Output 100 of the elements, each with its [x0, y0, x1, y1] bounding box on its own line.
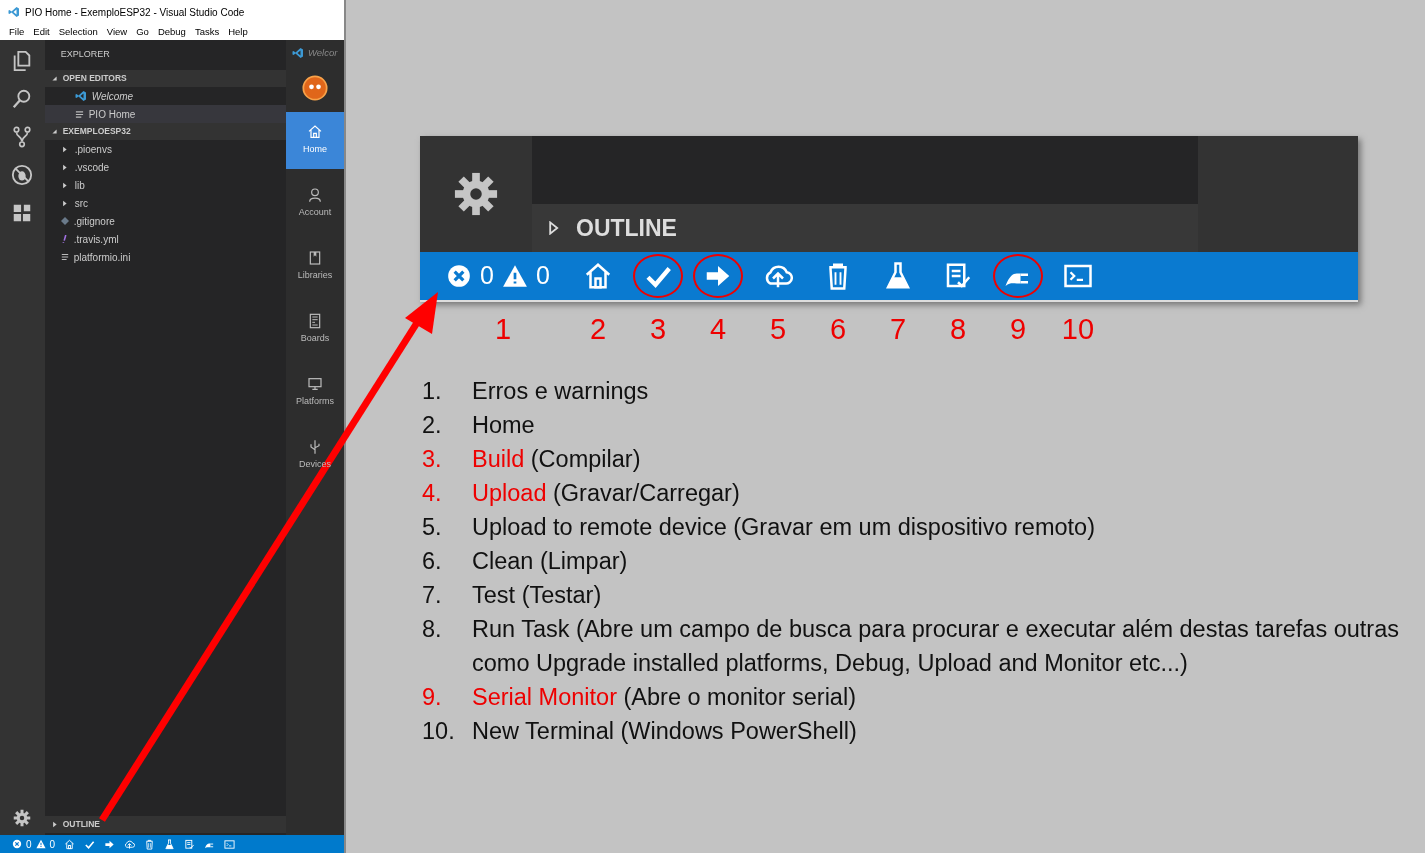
list-number: 1.	[422, 377, 443, 406]
list-number: 3.	[422, 445, 443, 474]
menu-item[interactable]: Debug	[157, 24, 186, 40]
error-icon[interactable]	[12, 839, 22, 849]
list-number: 9.	[422, 683, 443, 712]
file-tree-item[interactable]: platformio.ini	[44, 248, 286, 266]
nav-tab[interactable]: Platforms	[286, 364, 344, 421]
list-number: 4.	[422, 479, 443, 508]
error-count: 0	[26, 837, 32, 852]
vscode-logo-icon	[8, 6, 20, 18]
list-item-text: Test (Testar)	[472, 581, 603, 610]
nav-tab[interactable]: Libraries	[286, 238, 344, 295]
vscode-logo-icon	[292, 47, 304, 59]
list-item-text: Erros e warnings	[472, 377, 650, 406]
platformio-logo-icon	[301, 74, 329, 102]
collapsed-caret-icon[interactable]	[60, 163, 68, 171]
section-header[interactable]: OPEN EDITORS	[44, 70, 286, 87]
nav-tab[interactable]: Boards	[286, 301, 344, 358]
list-number: 7.	[422, 581, 443, 610]
list-number: 5.	[422, 513, 443, 542]
nav-tab[interactable]: Home	[286, 112, 344, 169]
checklist-icon[interactable]	[184, 838, 196, 850]
file-tree-item[interactable]: .pioenvs	[44, 140, 286, 158]
flask-icon[interactable]	[164, 838, 176, 850]
book-icon	[307, 250, 323, 267]
person-icon	[307, 187, 323, 204]
callout-number: 8	[949, 312, 967, 347]
callout-number: 9	[1009, 312, 1027, 347]
list-item-text: Build (Compilar)	[472, 445, 642, 474]
menu-item[interactable]: Tasks	[194, 24, 220, 40]
menu-item[interactable]: File	[9, 24, 25, 40]
collapsed-caret-icon[interactable]	[546, 221, 560, 235]
list-item-text: Upload (Gravar/Carregar)	[472, 479, 741, 508]
warning-count: 0	[49, 837, 56, 852]
list-number: 6.	[422, 547, 443, 576]
cloud-upload-icon[interactable]	[124, 838, 136, 850]
diamond-icon	[60, 217, 69, 225]
callout-number: 10	[1061, 312, 1095, 347]
menu-item[interactable]: Selection	[58, 24, 98, 40]
collapsed-caret-icon[interactable]	[50, 821, 58, 828]
section-header[interactable]: OUTLINE	[44, 816, 286, 833]
menu-item[interactable]: Help	[228, 24, 248, 40]
callout-number: 6	[829, 312, 847, 347]
file-tree-item[interactable]: src	[44, 194, 286, 212]
open-editor-item[interactable]: PIO Home	[44, 105, 286, 123]
warning-icon[interactable]	[35, 839, 46, 849]
error-icon[interactable]	[446, 263, 472, 289]
usb-icon	[307, 439, 323, 456]
callout-number: 4	[709, 312, 727, 347]
file-tree-item[interactable]: lib	[44, 176, 286, 194]
callout-number: 3	[649, 312, 667, 347]
flask-icon[interactable]	[883, 261, 913, 291]
callout-number: 7	[889, 312, 907, 347]
list-item-text: Serial Monitor (Abre o monitor serial)	[472, 683, 857, 712]
sidebar-title: EXPLORER	[59, 48, 111, 62]
file-lines-icon	[60, 253, 69, 261]
terminal-icon[interactable]	[224, 838, 236, 850]
vscode-logo-icon	[74, 90, 87, 102]
menu-item[interactable]: View	[106, 24, 128, 40]
error-count: 0	[480, 260, 494, 292]
source-control-icon[interactable]	[11, 126, 34, 148]
list-item-text: Clean (Limpar)	[472, 547, 629, 576]
expanded-caret-icon[interactable]	[50, 128, 58, 135]
collapsed-caret-icon[interactable]	[60, 199, 68, 207]
warning-icon[interactable]	[501, 263, 528, 289]
list-item-text: Home	[472, 411, 536, 440]
file-tree-item[interactable]: .vscode	[44, 158, 286, 176]
collapsed-caret-icon[interactable]	[60, 181, 68, 189]
list-number: 10.	[422, 717, 456, 746]
board-icon	[307, 313, 323, 330]
monitor-icon	[307, 376, 323, 393]
list-number: 2.	[422, 411, 443, 440]
home-icon	[307, 124, 323, 141]
section-header[interactable]: EXEMPLOESP32	[44, 123, 286, 140]
file-tree-item[interactable]: .gitignore	[44, 212, 286, 230]
home-icon[interactable]	[64, 838, 76, 850]
menu-item[interactable]: Go	[136, 24, 149, 40]
callout-number: 5	[769, 312, 787, 347]
list-item-text: Run Task (Abre um campo de busca para procurar e executar além destas tarefas outras como Upgrade installed platforms, Debug, Upload and Monitor etc...)	[472, 615, 1400, 678]
section-header[interactable]: OUTLINE	[532, 204, 1198, 252]
collapsed-caret-icon[interactable]	[60, 145, 68, 153]
expanded-caret-icon[interactable]	[50, 75, 58, 82]
callout-number: 1	[494, 312, 512, 347]
settings-icon[interactable]	[13, 809, 32, 827]
open-editor-item[interactable]: Welcome	[44, 87, 286, 105]
debug-icon[interactable]	[11, 164, 34, 186]
list-item-text: Upload to remote device (Gravar em um dispositivo remoto)	[472, 513, 1096, 542]
list-number: 8.	[422, 615, 443, 644]
home-icon[interactable]	[583, 261, 613, 291]
callout-number: 2	[589, 312, 607, 347]
file-lines-icon	[74, 109, 84, 119]
file-tree-item[interactable]: .travis.yml	[44, 230, 286, 248]
menu-item[interactable]: Edit	[33, 24, 50, 40]
warning-count: 0	[535, 260, 550, 292]
editor-tab[interactable]: Welcor	[286, 40, 344, 66]
trash-icon[interactable]	[144, 838, 156, 850]
nav-tab[interactable]: Account	[286, 175, 344, 232]
settings-icon[interactable]	[453, 171, 499, 217]
window-title: PIO Home - ExemploESP32 - Visual Studio Code	[25, 5, 245, 20]
exclamation-icon	[60, 235, 69, 243]
